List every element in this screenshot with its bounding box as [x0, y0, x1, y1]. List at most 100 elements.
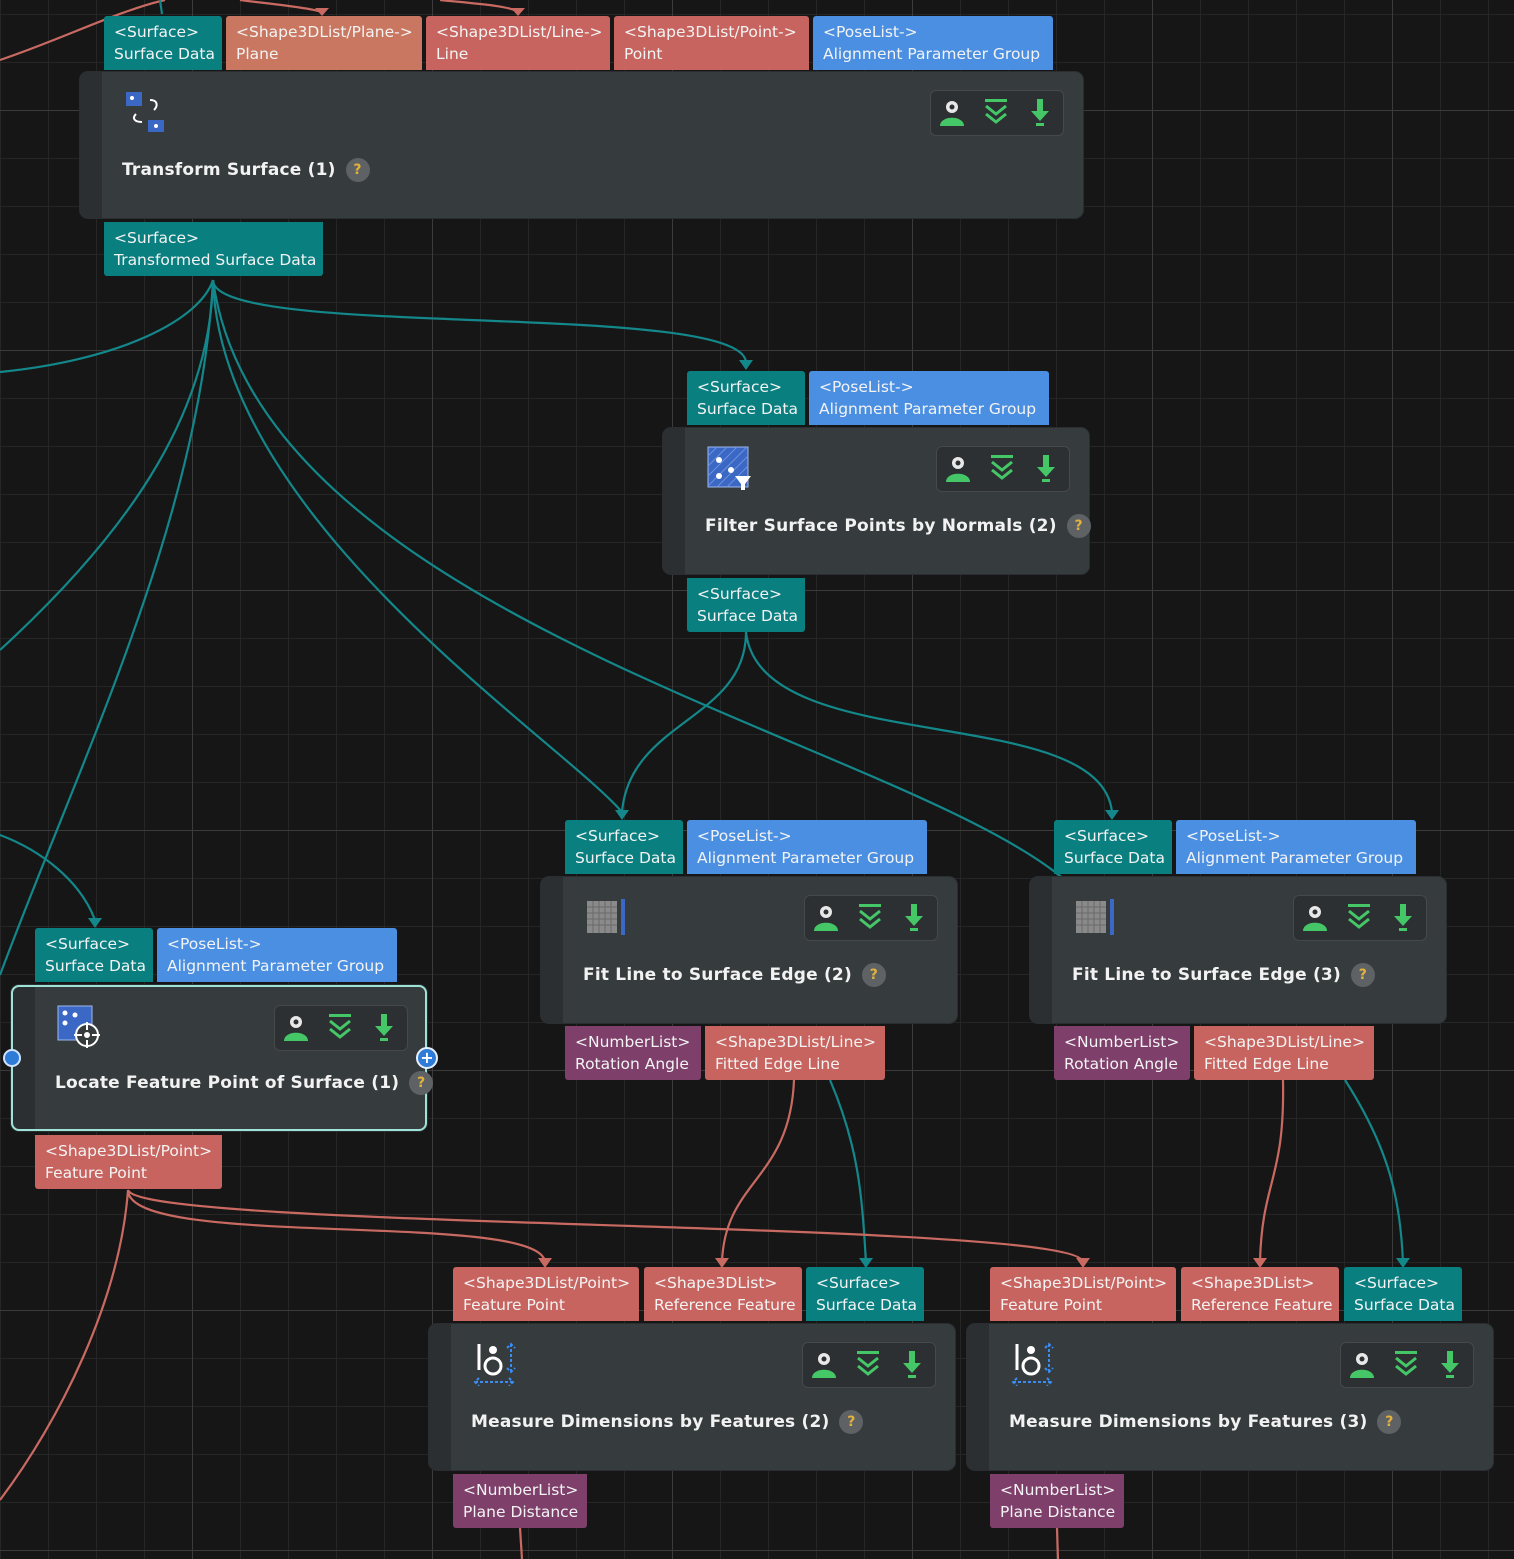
port-name: Surface Data — [575, 849, 676, 867]
port-type: <Shape3DList> — [654, 1274, 778, 1292]
node-controls — [1293, 895, 1427, 941]
node-title: Filter Surface Points by Normals (2) — [705, 516, 1057, 536]
help-icon[interactable]: ? — [839, 1410, 864, 1434]
save-output-icon[interactable] — [899, 902, 929, 932]
arrowhead — [1105, 810, 1119, 820]
visualize-output-icon[interactable] — [811, 902, 841, 932]
node-transform-surface[interactable]: Transform Surface (1)? — [80, 72, 1083, 218]
input-port-alignment-parameter-group[interactable]: <PoseList-> Alignment Parameter Group — [813, 16, 1053, 70]
arrowhead — [739, 360, 753, 370]
input-port-alignment-parameter-group[interactable]: <PoseList-> Alignment Parameter Group — [687, 820, 927, 874]
port-name: Alignment Parameter Group — [819, 400, 1037, 418]
save-output-icon[interactable] — [1388, 902, 1418, 932]
input-port-surface-data[interactable]: <Surface> Surface Data — [806, 1267, 924, 1321]
save-output-icon[interactable] — [1435, 1349, 1465, 1379]
node-fit-line-3[interactable]: Fit Line to Surface Edge (3)? — [1030, 877, 1446, 1023]
collapse-ports-icon[interactable] — [1344, 902, 1374, 932]
input-port-reference-feature[interactable]: <Shape3DList> Reference Feature — [644, 1267, 802, 1321]
arrowhead — [315, 8, 329, 16]
collapse-ports-icon[interactable] — [325, 1012, 355, 1042]
port-name: Surface Data — [1354, 1296, 1455, 1314]
port-type: <PoseList-> — [823, 23, 918, 41]
node-locate-feature-point[interactable]: Locate Feature Point of Surface (1)? — [11, 985, 434, 1131]
help-icon[interactable]: ? — [1350, 963, 1375, 987]
port-name: Alignment Parameter Group — [1186, 849, 1404, 867]
visualize-output-icon[interactable] — [937, 97, 967, 127]
input-port-surface-data[interactable]: <Surface> Surface Data — [565, 820, 683, 874]
input-port-reference-feature[interactable]: <Shape3DList> Reference Feature — [1181, 1267, 1339, 1321]
node-measure-dimensions-2[interactable]: Measure Dimensions by Features (2)? — [429, 1324, 955, 1470]
help-icon[interactable]: ? — [861, 963, 886, 987]
port-type: <PoseList-> — [167, 935, 262, 953]
visualize-output-icon[interactable] — [943, 453, 973, 483]
output-port-surface-data[interactable]: <Surface> Surface Data — [687, 578, 805, 632]
collapse-ports-icon[interactable] — [981, 97, 1011, 127]
port-type: <NumberList> — [575, 1033, 691, 1051]
input-port-alignment-parameter-group[interactable]: <PoseList-> Alignment Parameter Group — [157, 928, 397, 982]
input-port-line[interactable]: <Shape3DList/Line-> Line — [426, 16, 610, 70]
help-icon[interactable]: ? — [1066, 514, 1091, 538]
visualize-output-icon[interactable] — [1347, 1349, 1377, 1379]
input-port-alignment-parameter-group[interactable]: <PoseList-> Alignment Parameter Group — [809, 371, 1049, 425]
collapse-ports-icon[interactable] — [855, 902, 885, 932]
output-port-fitted-edge-line[interactable]: <Shape3DList/Line> Fitted Edge Line — [705, 1026, 885, 1080]
port-name: Feature Point — [1000, 1296, 1102, 1314]
visualize-output-icon[interactable] — [809, 1349, 839, 1379]
input-port-feature-point[interactable]: <Shape3DList/Point> Feature Point — [453, 1267, 639, 1321]
arrowhead — [88, 918, 102, 928]
input-port-surface-data[interactable]: <Surface> Surface Data — [687, 371, 805, 425]
save-output-icon[interactable] — [1025, 97, 1055, 127]
output-port-plane-distance[interactable]: <NumberList> Plane Distance — [990, 1474, 1124, 1528]
port-name: Surface Data — [1064, 849, 1165, 867]
input-connector-dot[interactable] — [3, 1049, 21, 1067]
help-icon[interactable]: ? — [345, 158, 370, 182]
save-output-icon[interactable] — [369, 1012, 399, 1042]
port-type: <Surface> — [1354, 1274, 1440, 1292]
wire — [0, 833, 97, 921]
output-port-plane-distance[interactable]: <NumberList> Plane Distance — [453, 1474, 587, 1528]
output-port-fitted-edge-line[interactable]: <Shape3DList/Line> Fitted Edge Line — [1194, 1026, 1374, 1080]
node-drag-handle[interactable] — [80, 72, 102, 218]
node-controls — [802, 1342, 936, 1388]
input-port-feature-point[interactable]: <Shape3DList/Point> Feature Point — [990, 1267, 1176, 1321]
port-type: <Shape3DList/Point> — [45, 1142, 213, 1160]
input-port-surface-data[interactable]: <Surface> Surface Data — [1054, 820, 1172, 874]
node-drag-handle[interactable] — [967, 1324, 989, 1470]
port-type: <PoseList-> — [697, 827, 792, 845]
output-port-rotation-angle[interactable]: <NumberList> Rotation Angle — [565, 1026, 701, 1080]
node-drag-handle[interactable] — [663, 428, 685, 574]
wire — [0, 1189, 130, 1501]
node-fit-line-2[interactable]: Fit Line to Surface Edge (2)? — [541, 877, 957, 1023]
save-output-icon[interactable] — [1031, 453, 1061, 483]
collapse-ports-icon[interactable] — [987, 453, 1017, 483]
output-port-feature-point[interactable]: <Shape3DList/Point> Feature Point — [35, 1135, 222, 1189]
input-port-surface-data[interactable]: <Surface> Surface Data — [35, 928, 153, 982]
output-port-transformed-surface-data[interactable]: <Surface> Transformed Surface Data — [104, 222, 323, 276]
help-icon[interactable]: ? — [409, 1071, 434, 1095]
port-name: Rotation Angle — [575, 1055, 689, 1073]
wire — [1344, 1079, 1405, 1263]
node-controls — [274, 1005, 408, 1051]
help-icon[interactable]: ? — [1377, 1410, 1402, 1434]
input-port-surface-data[interactable]: <Surface> Surface Data — [1344, 1267, 1462, 1321]
collapse-ports-icon[interactable] — [853, 1349, 883, 1379]
collapse-ports-icon[interactable] — [1391, 1349, 1421, 1379]
wire — [0, 279, 215, 651]
add-port-icon[interactable]: + — [416, 1047, 438, 1069]
node-drag-handle[interactable] — [1030, 877, 1052, 1023]
port-type: <Surface> — [114, 23, 200, 41]
node-measure-dimensions-3[interactable]: Measure Dimensions by Features (3)? — [967, 1324, 1493, 1470]
wire — [211, 279, 748, 363]
output-port-rotation-angle[interactable]: <NumberList> Rotation Angle — [1054, 1026, 1190, 1080]
visualize-output-icon[interactable] — [1300, 902, 1330, 932]
input-port-point[interactable]: <Shape3DList/Point-> Point — [614, 16, 809, 70]
input-port-surface-data[interactable]: <Surface> Surface Data — [104, 16, 222, 70]
input-port-alignment-parameter-group[interactable]: <PoseList-> Alignment Parameter Group — [1176, 820, 1416, 874]
input-port-plane[interactable]: <Shape3DList/Plane-> Plane — [226, 16, 422, 70]
wire — [239, 0, 323, 14]
visualize-output-icon[interactable] — [281, 1012, 311, 1042]
node-drag-handle[interactable] — [541, 877, 563, 1023]
node-drag-handle[interactable] — [429, 1324, 451, 1470]
save-output-icon[interactable] — [897, 1349, 927, 1379]
node-filter-surface-points[interactable]: Filter Surface Points by Normals (2)? — [663, 428, 1091, 574]
